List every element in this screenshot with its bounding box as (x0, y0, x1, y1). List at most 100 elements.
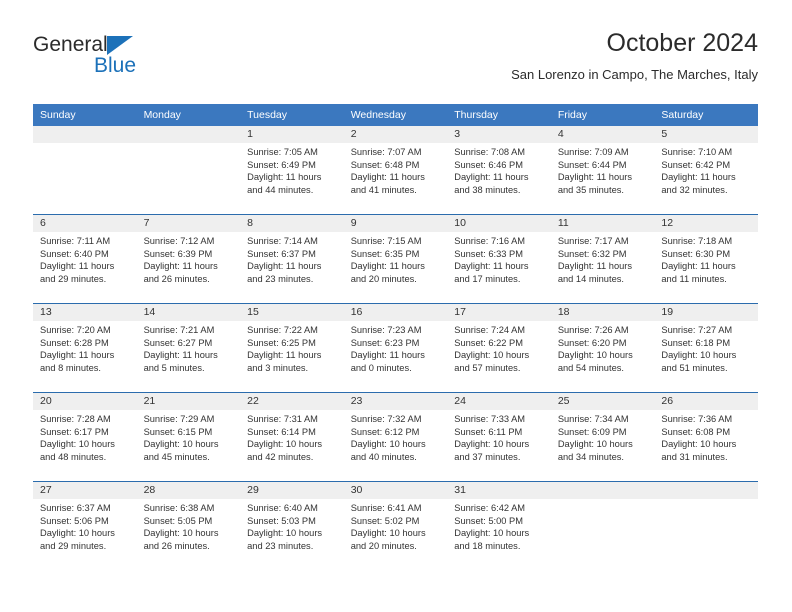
calendar-week-row: 13 Sunrise: 7:20 AM Sunset: 6:28 PM Dayligh… (33, 303, 758, 393)
day-details: Sunrise: 6:40 AM Sunset: 5:03 PM Daylight:… (240, 499, 344, 552)
calendar-day[interactable]: 1 Sunrise: 7:05 AM Sunset: 6:49 PM Daylight… (240, 126, 344, 214)
calendar-day[interactable]: 23 Sunrise: 7:32 AM Sunset: 6:12 PM Dayligh… (343, 393, 448, 481)
daylight-text: Daylight: 11 hours and 32 minutes. (661, 172, 736, 195)
day-details: Sunrise: 7:27 AM Sunset: 6:18 PM Daylight:… (654, 321, 758, 374)
day-number: 25 (550, 393, 655, 410)
calendar-cell: 25 Sunrise: 7:34 AM Sunset: 6:09 PM Dayligh… (550, 392, 655, 482)
calendar-day[interactable]: 3 Sunrise: 7:08 AM Sunset: 6:46 PM Daylight… (447, 126, 551, 214)
calendar-day[interactable]: 27 Sunrise: 6:37 AM Sunset: 5:06 PM Dayligh… (33, 482, 137, 570)
calendar-day[interactable]: 9 Sunrise: 7:15 AM Sunset: 6:35 PM Daylight… (343, 215, 448, 303)
day-details: Sunrise: 7:22 AM Sunset: 6:25 PM Daylight:… (240, 321, 344, 374)
day-details: Sunrise: 7:36 AM Sunset: 6:08 PM Daylight:… (654, 410, 758, 463)
day-number: 21 (136, 393, 241, 410)
calendar-day[interactable]: 5 Sunrise: 7:10 AM Sunset: 6:42 PM Daylight… (654, 126, 758, 214)
calendar-cell: 29 Sunrise: 6:40 AM Sunset: 5:03 PM Dayligh… (240, 481, 344, 570)
page-title: October 2024 (606, 29, 759, 57)
sunset-text: Sunset: 6:12 PM (350, 426, 420, 437)
calendar-day[interactable]: 25 Sunrise: 7:34 AM Sunset: 6:09 PM Dayligh… (550, 393, 655, 481)
sunset-text: Sunset: 6:14 PM (247, 426, 316, 437)
calendar-cell (33, 126, 137, 215)
sunrise-text: Sunrise: 7:22 AM (247, 325, 318, 335)
calendar-day[interactable]: 6 Sunrise: 7:11 AM Sunset: 6:40 PM Daylight… (33, 215, 137, 303)
sunset-text: Sunset: 6:28 PM (40, 337, 109, 348)
calendar-day[interactable]: 15 Sunrise: 7:22 AM Sunset: 6:25 PM Dayligh… (240, 304, 344, 392)
sunset-text: Sunset: 6:25 PM (247, 337, 316, 348)
calendar-cell: 7 Sunrise: 7:12 AM Sunset: 6:39 PM Daylight… (136, 214, 241, 304)
calendar-day[interactable]: 26 Sunrise: 7:36 AM Sunset: 6:08 PM Dayligh… (654, 393, 758, 481)
day-details: Sunrise: 7:12 AM Sunset: 6:39 PM Daylight:… (137, 232, 241, 285)
calendar-day[interactable]: 2 Sunrise: 7:07 AM Sunset: 6:48 PM Daylight… (343, 126, 448, 214)
day-details: Sunrise: 6:41 AM Sunset: 5:02 PM Daylight:… (344, 499, 448, 552)
calendar-day[interactable]: 30 Sunrise: 6:41 AM Sunset: 5:02 PM Dayligh… (343, 482, 448, 570)
sunset-text: Sunset: 6:09 PM (557, 426, 627, 437)
day-details: Sunrise: 7:15 AM Sunset: 6:35 PM Daylight:… (344, 232, 448, 285)
day-details: Sunrise: 7:10 AM Sunset: 6:42 PM Daylight:… (654, 143, 758, 196)
day-details: Sunrise: 7:21 AM Sunset: 6:27 PM Daylight:… (137, 321, 241, 374)
day-number: 16 (343, 304, 448, 321)
daylight-text: Daylight: 10 hours and 54 minutes. (557, 350, 633, 373)
sunrise-text: Sunrise: 6:38 AM (143, 503, 215, 513)
calendar-day[interactable]: 20 Sunrise: 7:28 AM Sunset: 6:17 PM Dayligh… (33, 393, 137, 481)
day-number: 10 (447, 215, 551, 232)
calendar-day-empty (33, 126, 137, 214)
calendar-day[interactable]: 10 Sunrise: 7:16 AM Sunset: 6:33 PM Dayligh… (447, 215, 551, 303)
calendar-day[interactable]: 29 Sunrise: 6:40 AM Sunset: 5:03 PM Dayligh… (240, 482, 344, 570)
calendar-body: 1 Sunrise: 7:05 AM Sunset: 6:49 PM Daylight… (33, 126, 758, 570)
day-number: 17 (447, 304, 551, 321)
day-number: 27 (33, 482, 137, 499)
sunrise-text: Sunrise: 7:16 AM (454, 236, 526, 246)
sunrise-text: Sunrise: 7:34 AM (557, 414, 629, 424)
calendar-table: Sunday Monday Tuesday Wednesday Thursday… (33, 104, 758, 570)
calendar-day[interactable]: 7 Sunrise: 7:12 AM Sunset: 6:39 PM Daylight… (136, 215, 241, 303)
sunset-text: Sunset: 6:40 PM (40, 248, 109, 259)
calendar-day[interactable]: 22 Sunrise: 7:31 AM Sunset: 6:14 PM Dayligh… (240, 393, 344, 481)
day-number: 11 (550, 215, 655, 232)
day-details: Sunrise: 7:16 AM Sunset: 6:33 PM Daylight:… (447, 232, 551, 285)
calendar-day[interactable]: 11 Sunrise: 7:17 AM Sunset: 6:32 PM Dayligh… (550, 215, 655, 303)
calendar-week-row: 27 Sunrise: 6:37 AM Sunset: 5:06 PM Dayligh… (33, 481, 758, 570)
day-number: 8 (240, 215, 344, 232)
calendar-day[interactable]: 14 Sunrise: 7:21 AM Sunset: 6:27 PM Dayligh… (136, 304, 241, 392)
calendar-cell: 24 Sunrise: 7:33 AM Sunset: 6:11 PM Dayligh… (447, 392, 551, 482)
day-number (136, 126, 241, 143)
calendar-cell: 23 Sunrise: 7:32 AM Sunset: 6:12 PM Dayligh… (343, 392, 448, 482)
day-details: Sunrise: 7:07 AM Sunset: 6:48 PM Daylight:… (344, 143, 448, 196)
sunset-text: Sunset: 6:15 PM (143, 426, 213, 437)
sunrise-text: Sunrise: 7:17 AM (557, 236, 629, 246)
calendar-day[interactable]: 28 Sunrise: 6:38 AM Sunset: 5:05 PM Dayligh… (136, 482, 241, 570)
calendar-day[interactable]: 8 Sunrise: 7:14 AM Sunset: 6:37 PM Daylight… (240, 215, 344, 303)
daylight-text: Daylight: 10 hours and 51 minutes. (661, 350, 737, 373)
day-number: 9 (343, 215, 448, 232)
day-details: Sunrise: 7:18 AM Sunset: 6:30 PM Daylight:… (654, 232, 758, 285)
logo-triangle-icon (106, 36, 133, 55)
general-blue-logo[interactable]: General Blue (33, 34, 233, 90)
sunset-text: Sunset: 6:42 PM (661, 159, 731, 170)
calendar-cell: 31 Sunrise: 6:42 AM Sunset: 5:00 PM Dayligh… (447, 481, 551, 570)
daylight-text: Daylight: 10 hours and 23 minutes. (247, 528, 323, 551)
sunset-text: Sunset: 6:39 PM (143, 248, 213, 259)
calendar-day[interactable]: 19 Sunrise: 7:27 AM Sunset: 6:18 PM Dayligh… (654, 304, 758, 392)
sunset-text: Sunset: 6:11 PM (454, 426, 523, 437)
calendar-day[interactable]: 12 Sunrise: 7:18 AM Sunset: 6:30 PM Dayligh… (654, 215, 758, 303)
calendar-day[interactable]: 18 Sunrise: 7:26 AM Sunset: 6:20 PM Dayligh… (550, 304, 655, 392)
day-details: Sunrise: 7:32 AM Sunset: 6:12 PM Daylight:… (344, 410, 448, 463)
sunrise-text: Sunrise: 7:11 AM (40, 236, 111, 246)
day-details: Sunrise: 7:34 AM Sunset: 6:09 PM Daylight:… (551, 410, 655, 463)
calendar-day[interactable]: 24 Sunrise: 7:33 AM Sunset: 6:11 PM Dayligh… (447, 393, 551, 481)
logo-text-blue: Blue (94, 54, 137, 77)
daylight-text: Daylight: 11 hours and 5 minutes. (143, 350, 218, 373)
calendar-day[interactable]: 13 Sunrise: 7:20 AM Sunset: 6:28 PM Dayligh… (33, 304, 137, 392)
sunrise-text: Sunrise: 7:33 AM (454, 414, 526, 424)
calendar-day[interactable]: 4 Sunrise: 7:09 AM Sunset: 6:44 PM Daylight… (550, 126, 655, 214)
calendar-day[interactable]: 16 Sunrise: 7:23 AM Sunset: 6:23 PM Dayligh… (343, 304, 448, 392)
calendar-day[interactable]: 17 Sunrise: 7:24 AM Sunset: 6:22 PM Dayligh… (447, 304, 551, 392)
calendar-day[interactable]: 21 Sunrise: 7:29 AM Sunset: 6:15 PM Dayligh… (136, 393, 241, 481)
daylight-text: Daylight: 11 hours and 35 minutes. (557, 172, 633, 195)
daylight-text: Daylight: 11 hours and 17 minutes. (454, 261, 529, 284)
calendar-cell: 5 Sunrise: 7:10 AM Sunset: 6:42 PM Daylight… (654, 126, 758, 215)
sunset-text: Sunset: 6:37 PM (247, 248, 316, 259)
calendar-cell: 28 Sunrise: 6:38 AM Sunset: 5:05 PM Dayligh… (136, 481, 241, 570)
calendar-day[interactable]: 31 Sunrise: 6:42 AM Sunset: 5:00 PM Dayligh… (447, 482, 551, 570)
sunrise-text: Sunrise: 7:21 AM (143, 325, 215, 335)
day-number (550, 482, 655, 499)
